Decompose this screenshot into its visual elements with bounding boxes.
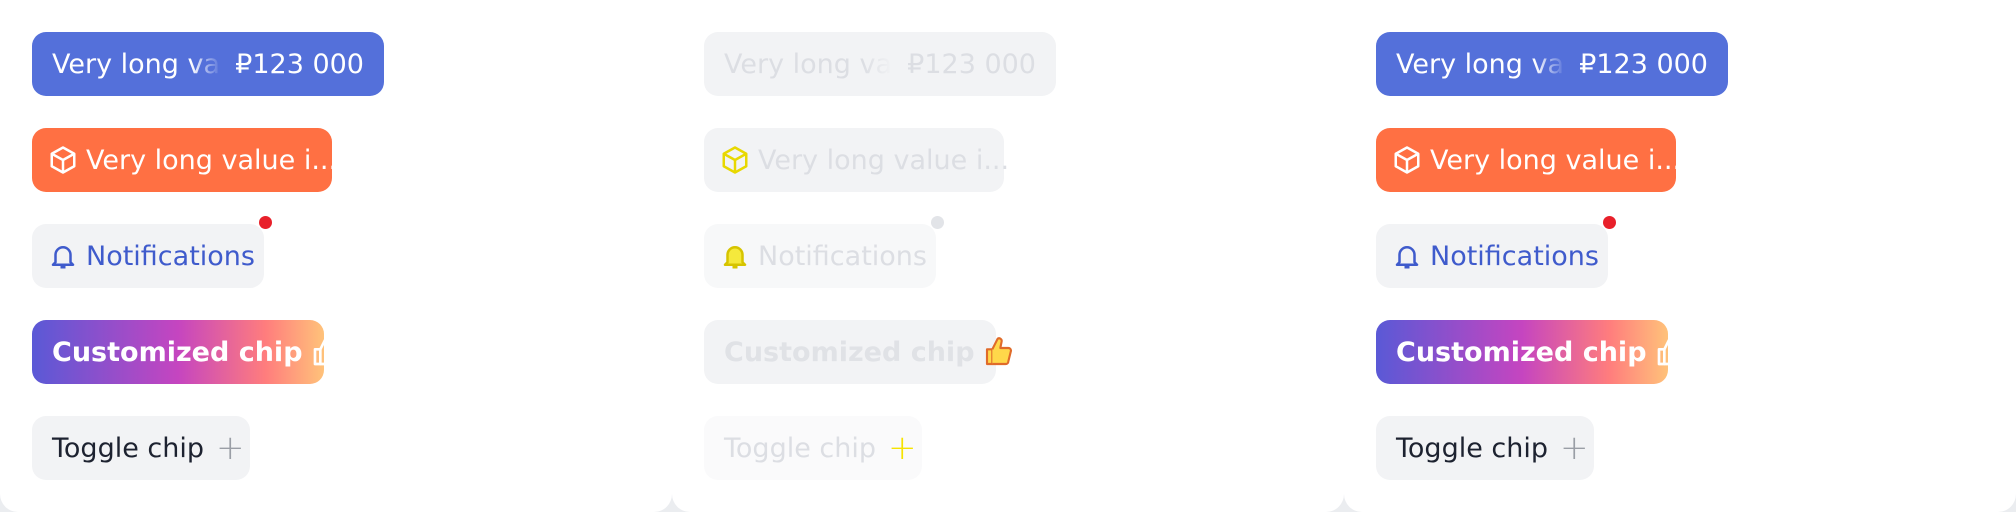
value-chip-label: Very long value (724, 48, 894, 80)
truncated-chip: Very long value i... (704, 128, 1009, 192)
toggle-chip-label: Toggle chip (724, 432, 876, 464)
truncated-chip-label: Very long value i... (758, 144, 1010, 176)
panel-hover: Very long value ₽123 000 Very long value… (1344, 0, 2016, 512)
thumbs-up-icon (311, 336, 343, 368)
bell-icon (1392, 241, 1422, 271)
cube-icon (48, 145, 78, 175)
truncated-chip-label: Very long value i... (1430, 144, 1682, 176)
toggle-chip[interactable]: Toggle chip + (1376, 416, 1594, 480)
thumbs-up-icon (1655, 336, 1687, 368)
value-chip-amount: ₽123 000 (1579, 48, 1708, 80)
truncated-chip[interactable]: Very long value i... (1376, 128, 1681, 192)
panel-disabled: Very long value ₽123 000 Very long value… (672, 0, 1344, 512)
value-chip[interactable]: Very long value ₽123 000 (1376, 32, 1728, 96)
notifications-chip[interactable]: Notifications (32, 216, 272, 288)
notifications-chip[interactable]: Notifications (1376, 216, 1616, 288)
truncated-chip[interactable]: Very long value i... (32, 128, 337, 192)
notification-badge (1603, 216, 1616, 229)
value-chip-amount: ₽123 000 (907, 48, 1036, 80)
value-chip[interactable]: Very long value ₽123 000 (32, 32, 384, 96)
cube-icon (720, 145, 750, 175)
notifications-chip-label: Notifications (758, 240, 927, 272)
plus-icon: + (888, 428, 917, 468)
notification-badge (931, 216, 944, 229)
cube-icon (1392, 145, 1422, 175)
toggle-chip[interactable]: Toggle chip + (32, 416, 250, 480)
notifications-chip: Notifications (704, 216, 944, 288)
notification-badge (259, 216, 272, 229)
customized-chip[interactable]: Customized chip (32, 320, 340, 384)
plus-icon: + (1560, 428, 1589, 468)
value-chip-label: Very long value (1396, 48, 1566, 80)
bell-icon (720, 241, 750, 271)
panel-default: Very long value ₽123 000 Very long value… (0, 0, 672, 512)
customized-chip-label: Customized chip (1396, 336, 1647, 368)
toggle-chip-label: Toggle chip (1396, 432, 1548, 464)
notifications-chip-label: Notifications (86, 240, 255, 272)
plus-icon: + (216, 428, 245, 468)
customized-chip-label: Customized chip (52, 336, 303, 368)
toggle-chip: Toggle chip + (704, 416, 922, 480)
toggle-chip-label: Toggle chip (52, 432, 204, 464)
notifications-chip-label: Notifications (1430, 240, 1599, 272)
customized-chip[interactable]: Customized chip (1376, 320, 1684, 384)
value-chip-label: Very long value (52, 48, 222, 80)
truncated-chip-label: Very long value i... (86, 144, 338, 176)
customized-chip-label: Customized chip (724, 336, 975, 368)
chip-showcase: Very long value ₽123 000 Very long value… (0, 0, 2016, 512)
value-chip: Very long value ₽123 000 (704, 32, 1056, 96)
thumbs-up-icon (983, 336, 1015, 368)
bell-icon (48, 241, 78, 271)
customized-chip: Customized chip (704, 320, 1012, 384)
value-chip-amount: ₽123 000 (235, 48, 364, 80)
